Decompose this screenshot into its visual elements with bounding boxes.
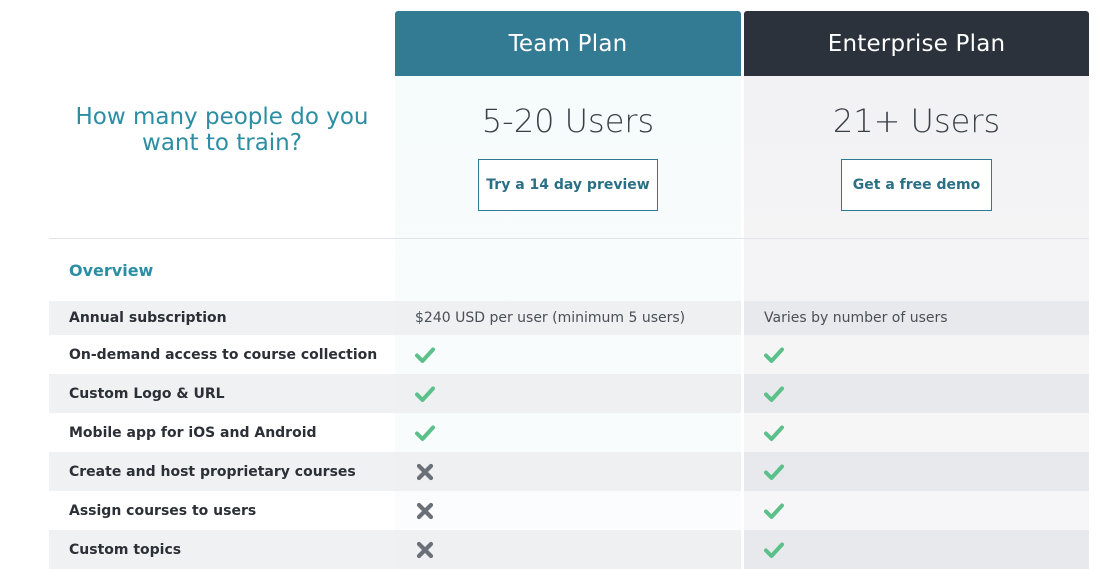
check-icon [764,501,784,521]
feature-label: Custom topics [49,530,395,569]
team-value [395,530,741,569]
cross-icon [415,501,435,521]
check-icon [415,423,435,443]
table-row: Create and host proprietary courses [49,452,1089,491]
check-icon [764,462,784,482]
feature-label: Custom Logo & URL [49,374,395,413]
check-icon [415,384,435,404]
free-demo-button[interactable]: Get a free demo [841,159,992,211]
enterprise-value [744,413,1089,452]
table-row: Mobile app for iOS and Android [49,413,1089,452]
enterprise-value [744,530,1089,569]
team-plan-users: 5-20 Users [481,102,655,140]
cross-icon [415,540,435,560]
enterprise-plan-users: 21+ Users [832,102,1001,140]
check-icon [764,384,784,404]
team-value [395,335,741,374]
table-row: Annual subscription $240 USD per user (m… [49,301,1089,335]
table-row: On-demand access to course collection [49,335,1089,374]
check-icon [764,540,784,560]
try-preview-button[interactable]: Try a 14 day preview [478,159,658,211]
feature-label: Mobile app for iOS and Android [69,424,317,441]
team-value [395,452,741,491]
check-icon [764,423,784,443]
feature-label: Create and host proprietary courses [49,452,395,491]
enterprise-value [744,335,1089,374]
table-row: Assign courses to users [49,491,1089,530]
team-value: $240 USD per user (minimum 5 users) [395,301,741,335]
check-icon [415,345,435,365]
feature-label: On-demand access to course collection [69,346,378,363]
team-value [395,413,741,452]
feature-label: Assign courses to users [69,502,257,519]
enterprise-value: Varies by number of users [744,301,1089,335]
team-plan-header: Team Plan [395,11,741,76]
enterprise-value [744,452,1089,491]
section-title-overview: Overview [69,261,154,280]
header-divider [49,238,1089,239]
enterprise-value [744,491,1089,530]
feature-label: Annual subscription [49,301,395,335]
users-question: How many people do you want to train? [75,104,369,156]
feature-table: Annual subscription $240 USD per user (m… [49,301,1089,569]
table-row: Custom Logo & URL [49,374,1089,413]
enterprise-plan-header: Enterprise Plan [744,11,1089,76]
cross-icon [415,462,435,482]
check-icon [764,345,784,365]
team-value [395,374,741,413]
enterprise-value [744,374,1089,413]
team-value [395,491,741,530]
table-row: Custom topics [49,530,1089,569]
